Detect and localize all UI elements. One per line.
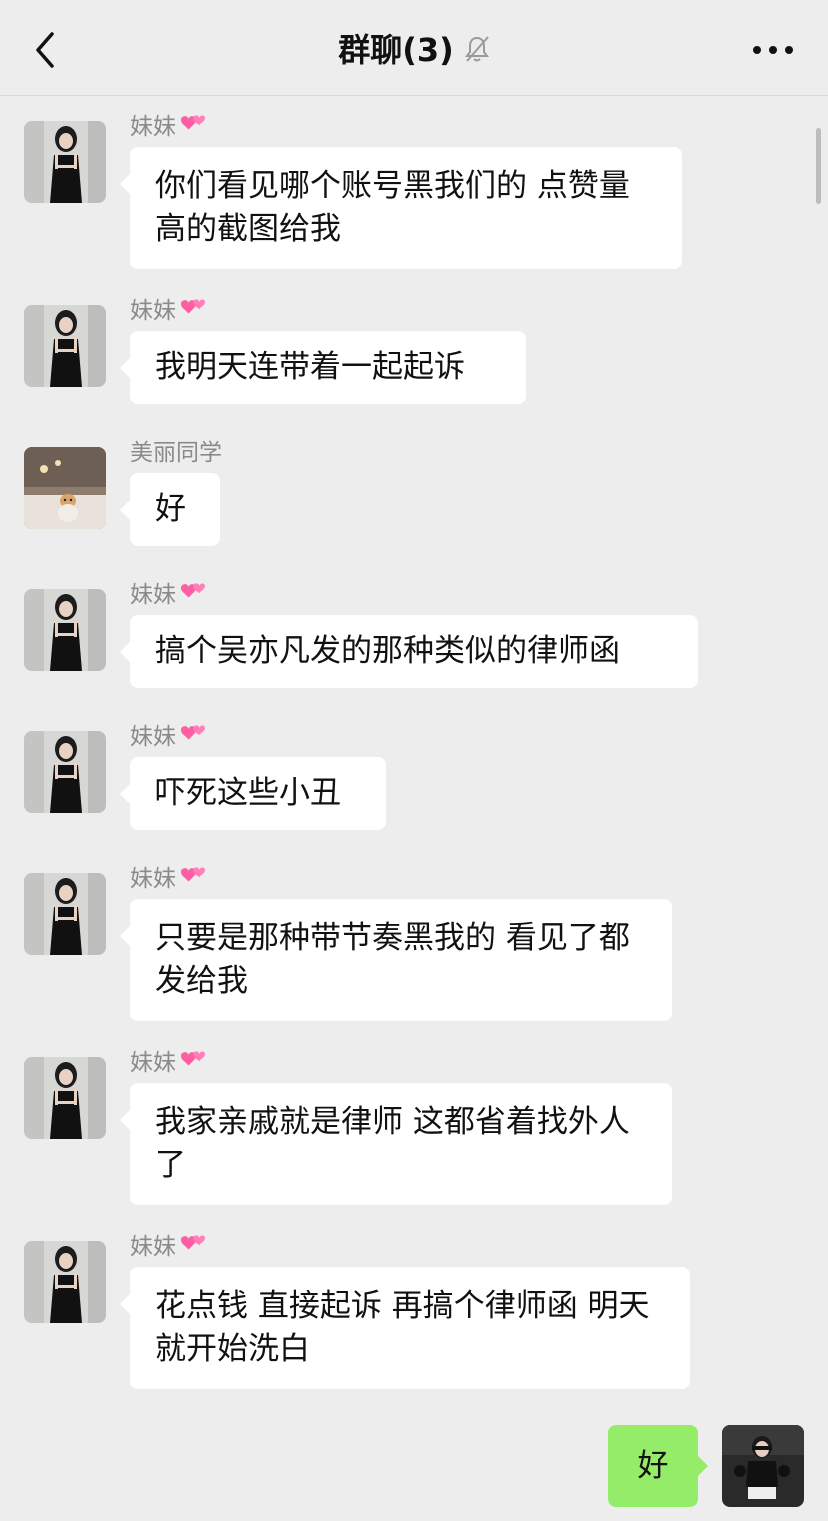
message-text: 你们看见哪个账号黑我们的 点赞量高的截图给我 (155, 168, 630, 247)
sender-name-wrap: 妹妹 (130, 296, 208, 326)
message-bubble[interactable]: 花点钱 直接起诉 再搞个律师函 明天就开始洗白 (120, 1267, 690, 1389)
sender-name: 妹妹 (130, 1050, 176, 1076)
message-text: 只要是那种带节奏黑我的 看见了都发给我 (155, 920, 630, 999)
message-text: 好 (155, 491, 186, 527)
sender-name: 美丽同学 (130, 440, 222, 466)
more-dots-icon[interactable] (752, 42, 794, 58)
pink-hearts-icon (178, 865, 208, 891)
message-text: 我明天连带着一起起诉 (155, 349, 465, 385)
avatar-sender[interactable] (24, 305, 106, 387)
chat-header: 群聊(3) (0, 0, 828, 96)
sender-name: 妹妹 (130, 114, 176, 140)
avatar-self[interactable] (722, 1425, 804, 1507)
avatar-sender[interactable] (24, 121, 106, 203)
avatar-sender[interactable] (24, 731, 106, 813)
message-bubble[interactable]: 我明天连带着一起起诉 (120, 331, 526, 404)
sender-name-wrap: 妹妹 (130, 112, 208, 142)
chat-title: 群聊(3) (338, 31, 454, 69)
mute-bell-icon (464, 36, 489, 62)
sender-name-wrap: 美丽同学 (130, 438, 222, 468)
pink-hearts-icon (178, 297, 208, 323)
message-text: 吓死这些小丑 (155, 775, 341, 811)
pink-hearts-icon (178, 1233, 208, 1259)
pink-hearts-icon (178, 581, 208, 607)
message-bubble[interactable]: 只要是那种带节奏黑我的 看见了都发给我 (120, 899, 672, 1021)
avatar-sender[interactable] (24, 873, 106, 955)
message-text: 我家亲戚就是律师 这都省着找外人了 (155, 1104, 630, 1183)
pink-hearts-icon (178, 113, 208, 139)
pink-hearts-icon (178, 723, 208, 749)
self-message-text: 好 (637, 1448, 669, 1484)
message-bubble[interactable]: 好 (120, 473, 220, 546)
chat-title-wrap: 群聊(3) (0, 28, 828, 72)
message-bubble[interactable]: 搞个吴亦凡发的那种类似的律师函 (120, 615, 698, 688)
sender-name-wrap: 妹妹 (130, 1232, 208, 1262)
sender-name: 妹妹 (130, 1234, 176, 1260)
message-bubble[interactable]: 我家亲戚就是律师 这都省着找外人了 (120, 1083, 672, 1205)
message-text: 花点钱 直接起诉 再搞个律师函 明天就开始洗白 (155, 1288, 650, 1367)
sender-name-wrap: 妹妹 (130, 580, 208, 610)
sender-name: 妹妹 (130, 298, 176, 324)
self-message-bubble[interactable]: 好 (608, 1425, 708, 1507)
sender-name: 妹妹 (130, 582, 176, 608)
avatar-sender[interactable] (24, 1057, 106, 1139)
avatar-sender[interactable] (24, 447, 106, 529)
sender-name-wrap: 妹妹 (130, 864, 208, 894)
avatar-sender[interactable] (24, 1241, 106, 1323)
message-bubble[interactable]: 吓死这些小丑 (120, 757, 386, 830)
scrollbar[interactable] (816, 128, 821, 204)
sender-name-wrap: 妹妹 (130, 722, 208, 752)
sender-name: 妹妹 (130, 866, 176, 892)
message-bubble[interactable]: 你们看见哪个账号黑我们的 点赞量高的截图给我 (120, 147, 682, 269)
pink-hearts-icon (178, 1049, 208, 1075)
sender-name-wrap: 妹妹 (130, 1048, 208, 1078)
message-text: 搞个吴亦凡发的那种类似的律师函 (155, 633, 620, 669)
sender-name: 妹妹 (130, 724, 176, 750)
avatar-sender[interactable] (24, 589, 106, 671)
